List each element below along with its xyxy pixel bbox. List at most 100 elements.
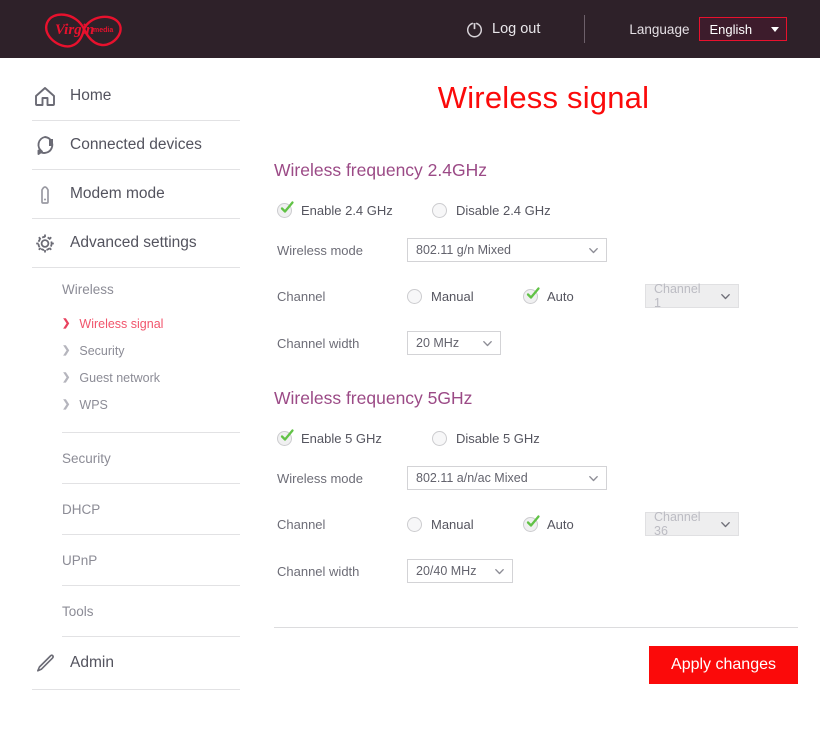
sidebar-item-label: Admin [70,654,114,671]
modem-icon [32,181,58,207]
main-content: Wireless signal Wireless frequency 2.4GH… [260,58,820,732]
sidebar-item-upnp[interactable]: UPnP [0,535,260,585]
sidebar: Home Connected devices Modem mode Advanc… [0,58,260,732]
channel-width-value: 20 MHz [416,336,460,350]
radio-unselected-icon [432,203,447,218]
wireless-mode-value: 802.11 a/n/ac Mixed [416,471,528,485]
svg-text:Virgin: Virgin [55,22,94,38]
wireless-mode-select-24ghz[interactable]: 802.11 g/n Mixed [407,238,607,262]
chevron-right-icon: ❯ [62,398,71,410]
apply-changes-button[interactable]: Apply changes [649,646,798,684]
language-value: English [709,21,753,37]
sidebar-item-guest-network[interactable]: ❯ Guest network [0,364,260,391]
radio-channel-manual-24ghz[interactable]: Manual [407,288,523,304]
page-title: Wireless signal [437,80,650,115]
chevron-down-icon [771,26,780,32]
sidebar-item-modem-mode[interactable]: Modem mode [0,170,260,218]
radio-disable-24ghz[interactable]: Disable 2.4 GHz [432,203,551,218]
home-icon [32,83,58,109]
radio-label: Enable 5 GHz [301,431,382,446]
sidebar-divider [32,689,240,690]
enable-radio-group-24ghz: Enable 2.4 GHz Disable 2.4 GHz [277,201,820,218]
sidebar-item-dhcp[interactable]: DHCP [0,484,260,534]
checkmark-icon [526,514,540,527]
radio-selected-icon [523,514,540,532]
channel-value: Channel 36 [654,510,701,538]
radio-enable-24ghz[interactable]: Enable 2.4 GHz [277,201,432,218]
radio-label: Disable 2.4 GHz [456,203,551,218]
header-divider [584,15,586,43]
wireless-mode-row-24ghz: Wireless mode 802.11 g/n Mixed [277,238,820,262]
logout-label: Log out [492,21,541,37]
wireless-mode-row-5ghz: Wireless mode 802.11 a/n/ac Mixed [277,466,820,490]
chevron-right-icon: ❯ [62,317,71,329]
chevron-down-icon [495,568,504,574]
radio-label: Auto [547,516,574,532]
sidebar-item-wireless-security[interactable]: ❯ Security [0,337,260,364]
sidebar-subitem-label: Security [79,343,125,358]
section-title-24ghz: Wireless frequency 2.4GHz [274,160,487,180]
channel-width-select-5ghz[interactable]: 20/40 MHz [407,559,513,583]
gear-icon [32,230,58,256]
wireless-mode-value: 802.11 g/n Mixed [416,243,511,257]
sidebar-item-label: DHCP [62,501,101,517]
channel-row-24ghz: Channel Manual Auto Channel 1 [277,282,820,310]
chevron-down-icon [721,293,730,299]
channel-label: Channel [277,288,326,304]
radio-enable-5ghz[interactable]: Enable 5 GHz [277,429,432,446]
sidebar-item-home[interactable]: Home [0,72,260,120]
radio-label: Auto [547,288,574,304]
virgin-media-logo[interactable]: Virgin media [38,4,130,54]
sidebar-subitem-label: WPS [79,397,108,412]
sidebar-item-wps[interactable]: ❯ WPS [0,391,260,418]
chevron-down-icon [483,340,492,346]
svg-text:media: media [93,27,113,34]
sidebar-item-wireless-signal[interactable]: ❯ Wireless signal [0,310,260,337]
channel-value: Channel 1 [654,282,701,310]
radio-channel-manual-5ghz[interactable]: Manual [407,516,523,532]
channel-width-select-24ghz[interactable]: 20 MHz [407,331,501,355]
sidebar-item-advanced-settings[interactable]: Advanced settings [0,219,260,267]
channel-label: Channel [277,516,326,532]
chevron-down-icon [721,521,730,527]
sidebar-item-label: Advanced settings [70,234,197,251]
language-label: Language [629,21,690,37]
devices-icon [32,132,58,158]
radio-label: Manual [431,288,474,304]
channel-width-label: Channel width [277,335,360,351]
sidebar-item-label: UPnP [62,552,98,568]
sidebar-item-label: Security [62,450,111,466]
language-select[interactable]: English [699,17,788,41]
pencil-icon [32,650,58,676]
logout-button[interactable]: Log out [466,21,540,38]
sidebar-item-security[interactable]: Security [0,433,260,483]
sidebar-item-admin[interactable]: Admin [0,637,260,689]
channel-width-label: Channel width [277,563,360,579]
enable-radio-group-5ghz: Enable 5 GHz Disable 5 GHz [277,429,820,446]
sidebar-group-wireless[interactable]: Wireless [0,268,260,310]
radio-disable-5ghz[interactable]: Disable 5 GHz [432,431,540,446]
chevron-down-icon [589,475,598,481]
sidebar-group-label: Wireless [62,281,114,297]
radio-channel-auto-24ghz[interactable]: Auto [523,286,645,304]
channel-select-24ghz: Channel 1 [645,282,739,310]
sidebar-item-connected-devices[interactable]: Connected devices [0,121,260,169]
sidebar-item-tools[interactable]: Tools [0,586,260,636]
radio-label: Enable 2.4 GHz [301,203,393,218]
radio-label: Disable 5 GHz [456,431,540,446]
sidebar-item-label: Connected devices [70,136,202,153]
wireless-mode-select-5ghz[interactable]: 802.11 a/n/ac Mixed [407,466,607,490]
sidebar-subitem-label: Wireless signal [79,316,164,331]
chevron-right-icon: ❯ [62,344,71,356]
power-icon [466,21,483,37]
radio-channel-auto-5ghz[interactable]: Auto [523,514,645,532]
channel-width-row-24ghz: Channel width 20 MHz [277,331,820,355]
wireless-mode-label: Wireless mode [277,470,363,486]
radio-unselected-icon [407,288,422,304]
apply-button-row: Apply changes [267,646,798,684]
content-divider [274,627,798,628]
sidebar-subitem-label: Guest network [79,370,160,385]
radio-selected-icon [277,201,294,218]
checkmark-icon [280,429,294,441]
sidebar-item-label: Home [70,87,112,104]
